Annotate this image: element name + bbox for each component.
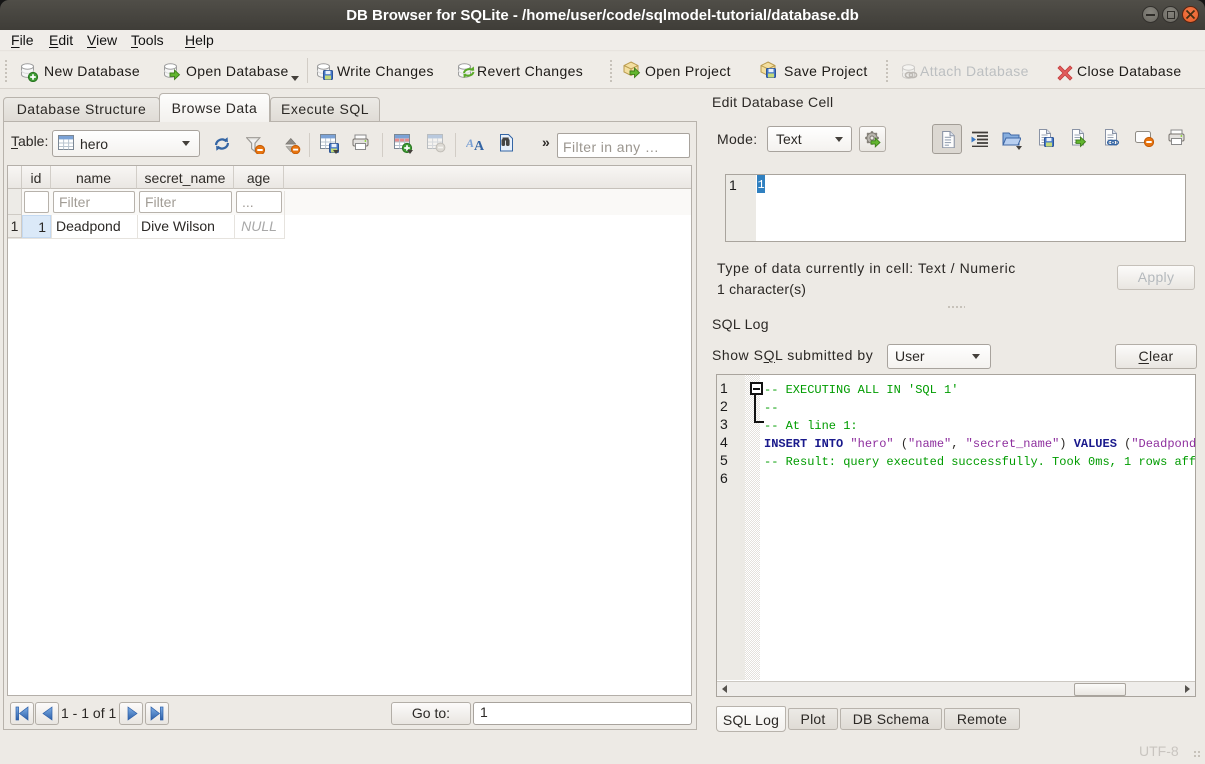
svg-text:A: A <box>466 136 474 150</box>
svg-text:A: A <box>474 139 485 153</box>
